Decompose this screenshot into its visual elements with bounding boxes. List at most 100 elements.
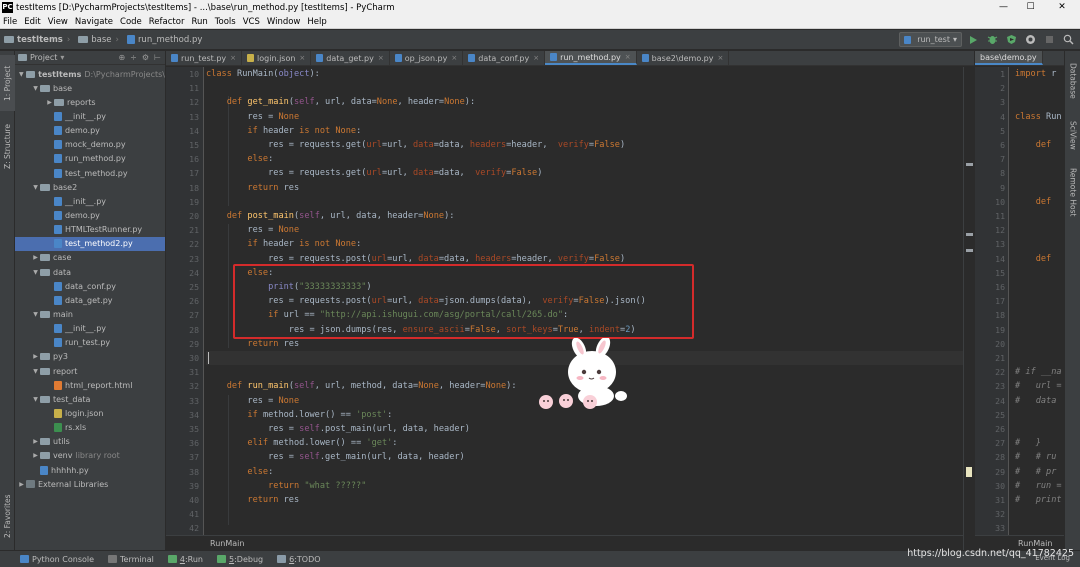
code-line[interactable]: 26 res = requests.post(url=url, data=jso…: [189, 294, 963, 308]
stripe-marker[interactable]: [966, 467, 972, 477]
tree-item[interactable]: test_method.py: [15, 166, 165, 180]
menu-refactor[interactable]: Refactor: [149, 17, 185, 27]
editor-tab[interactable]: base2\demo.py ×: [637, 51, 730, 65]
expanded-arrow-icon[interactable]: ▼: [31, 368, 40, 375]
code-line[interactable]: 14 def: [975, 252, 1064, 266]
close-tab-icon[interactable]: ×: [533, 54, 539, 62]
close-button[interactable]: ✕: [1044, 0, 1080, 15]
menu-code[interactable]: Code: [120, 17, 142, 27]
menu-view[interactable]: View: [48, 17, 68, 27]
tree-item[interactable]: rs.xls: [15, 421, 165, 435]
code-line[interactable]: 32: [975, 507, 1064, 521]
expanded-arrow-icon[interactable]: ▼: [31, 184, 40, 191]
code-line[interactable]: 27 # }: [975, 436, 1064, 450]
code-line[interactable]: 4 class Run: [975, 110, 1064, 124]
code-line[interactable]: 12 def get_main(self, url, data=None, he…: [189, 95, 963, 109]
hide-panel-icon[interactable]: ⊢: [154, 53, 161, 62]
code-line[interactable]: 11: [189, 81, 963, 95]
code-line[interactable]: 29 # # pr: [975, 465, 1064, 479]
code-line[interactable]: 25: [975, 408, 1064, 422]
editor-tab[interactable]: run_method.py ×: [545, 51, 637, 65]
locate-file-icon[interactable]: ⊕: [118, 53, 125, 62]
expanded-arrow-icon[interactable]: ▼: [31, 311, 40, 318]
expanded-arrow-icon[interactable]: ▼: [17, 71, 26, 78]
code-line[interactable]: 28 res = json.dumps(res, ensure_ascii=Fa…: [189, 323, 963, 337]
code-line[interactable]: 21: [975, 351, 1064, 365]
editor-tab[interactable]: data_get.py ×: [311, 51, 390, 65]
stripe-marker[interactable]: [966, 163, 973, 166]
tree-item[interactable]: ▶ case: [15, 251, 165, 265]
tree-item[interactable]: run_test.py: [15, 336, 165, 350]
maximize-button[interactable]: ☐: [1017, 0, 1044, 15]
tree-item[interactable]: data_get.py: [15, 293, 165, 307]
code-line[interactable]: 7: [975, 152, 1064, 166]
debug-button[interactable]: [985, 32, 1000, 47]
code-line[interactable]: 17 res = requests.get(url=url, data=data…: [189, 166, 963, 180]
code-line[interactable]: 24 # data: [975, 394, 1064, 408]
collapsed-arrow-icon[interactable]: ▶: [31, 254, 40, 261]
code-line[interactable]: 19: [975, 323, 1064, 337]
tree-item[interactable]: ▼ base: [15, 81, 165, 95]
bottom-tab-terminal[interactable]: Terminal: [108, 555, 154, 564]
tree-item[interactable]: __init__.py: [15, 194, 165, 208]
menu-vcs[interactable]: VCS: [243, 17, 260, 27]
stripe-marker[interactable]: [966, 249, 973, 252]
menu-edit[interactable]: Edit: [24, 17, 40, 27]
tree-item[interactable]: HTMLTestRunner.py: [15, 223, 165, 237]
breadcrumb-file[interactable]: run_method.py: [126, 35, 202, 45]
code-line[interactable]: 21 res = None: [189, 223, 963, 237]
tree-item[interactable]: ▼ report: [15, 364, 165, 378]
code-line[interactable]: 17: [975, 294, 1064, 308]
tool-tab-favorites[interactable]: 2: Favorites: [0, 487, 15, 545]
breadcrumb-base[interactable]: base ›: [78, 35, 123, 45]
tree-item[interactable]: test_method2.py: [15, 236, 165, 251]
code-line[interactable]: 2: [975, 81, 1064, 95]
menu-run[interactable]: Run: [191, 17, 207, 27]
collapsed-arrow-icon[interactable]: ▶: [17, 481, 26, 488]
bottom-tab-python-console[interactable]: Python Console: [20, 555, 94, 564]
tree-item[interactable]: __init__.py: [15, 109, 165, 123]
tree-item[interactable]: __init__.py: [15, 322, 165, 336]
code-line[interactable]: 8: [975, 166, 1064, 180]
tool-tab-database[interactable]: Database: [1065, 55, 1080, 107]
tree-item[interactable]: ▼ test_data: [15, 392, 165, 406]
code-line[interactable]: 15: [975, 266, 1064, 280]
coverage-button[interactable]: [1004, 32, 1019, 47]
code-line[interactable]: 18 return res: [189, 181, 963, 195]
tab-base-demo[interactable]: base\demo.py: [975, 51, 1043, 65]
split-editor-pane[interactable]: 1 import r 2 3 4 class Run 5 6 def 7 8 9 10 def 11 12…: [975, 67, 1064, 535]
code-line[interactable]: 20 def post_main(self, url, data, header…: [189, 209, 963, 223]
editor-tab[interactable]: data_conf.py ×: [463, 51, 546, 65]
code-line[interactable]: 1 import r: [975, 67, 1064, 81]
code-line[interactable]: 16: [975, 280, 1064, 294]
code-line[interactable]: 14 if header is not None:: [189, 124, 963, 138]
code-line[interactable]: 13 res = None: [189, 110, 963, 124]
tool-tab-remote-host[interactable]: Remote Host: [1065, 161, 1080, 223]
code-line[interactable]: 23 res = requests.post(url=url, data=dat…: [189, 252, 963, 266]
code-line[interactable]: 15 res = requests.get(url=url, data=data…: [189, 138, 963, 152]
error-stripe[interactable]: [963, 67, 974, 550]
tree-item[interactable]: login.json: [15, 406, 165, 420]
code-line[interactable]: 16 else:: [189, 152, 963, 166]
code-line[interactable]: 30 # run =: [975, 479, 1064, 493]
code-line[interactable]: 23 # url =: [975, 379, 1064, 393]
tree-item[interactable]: ▼ data: [15, 265, 165, 279]
code-line[interactable]: 6 def: [975, 138, 1064, 152]
code-line[interactable]: 25 print("33333333333"): [189, 280, 963, 294]
code-line[interactable]: 28 # # ru: [975, 450, 1064, 464]
code-line[interactable]: 31 # print: [975, 493, 1064, 507]
close-tab-icon[interactable]: ×: [230, 54, 236, 62]
menu-help[interactable]: Help: [307, 17, 326, 27]
code-line[interactable]: 10 class RunMain(object):: [189, 67, 963, 81]
code-area[interactable]: 10 class RunMain(object): 11 12 def get_mai…: [189, 67, 963, 535]
tree-item[interactable]: ▶ py3: [15, 350, 165, 364]
search-everywhere-button[interactable]: [1061, 32, 1076, 47]
code-line[interactable]: 9: [975, 181, 1064, 195]
code-line[interactable]: 22 # if __na: [975, 365, 1064, 379]
tree-item[interactable]: demo.py: [15, 208, 165, 222]
collapsed-arrow-icon[interactable]: ▶: [31, 438, 40, 445]
tree-item[interactable]: run_method.py: [15, 152, 165, 166]
tool-tab-project[interactable]: 1: Project: [0, 55, 15, 111]
close-tab-icon[interactable]: ×: [299, 54, 305, 62]
tree-item[interactable]: ▶ utils: [15, 435, 165, 449]
